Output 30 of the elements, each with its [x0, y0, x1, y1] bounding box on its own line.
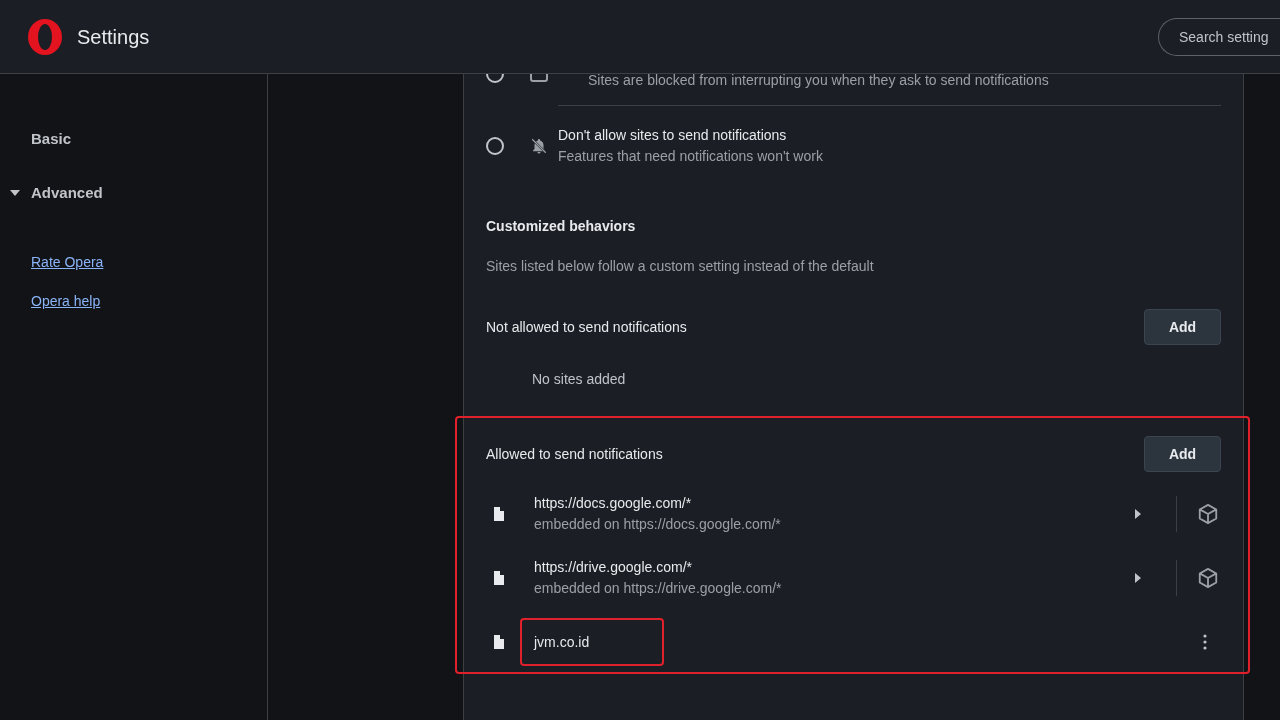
option-title: Don't allow sites to send notifications	[558, 126, 788, 145]
bell-off-icon	[530, 137, 548, 155]
page-title: Settings	[77, 24, 150, 50]
sidebar-link[interactable]: Opera help	[31, 291, 101, 312]
list-title: Not allowed to send notifications	[486, 317, 687, 337]
add-button[interactable]: Add	[1144, 436, 1221, 472]
cube-icon	[1197, 567, 1219, 589]
add-button[interactable]: Add	[1144, 309, 1221, 345]
caret-icon	[10, 190, 20, 196]
empty-message: No sites added	[531, 370, 627, 389]
logo-icon	[26, 17, 64, 56]
site-url: jvm.co.id	[534, 632, 591, 652]
list-title: Allowed to send notifications	[486, 444, 663, 464]
section-title: Customized behaviors	[486, 217, 637, 236]
file-icon	[493, 635, 505, 649]
sidebar-item[interactable]: Basic	[0, 112, 267, 166]
cube-icon	[1197, 503, 1219, 525]
site-embedded-text: embedded on https://drive.google.com/*	[534, 579, 783, 598]
radio-button[interactable]	[486, 137, 504, 155]
site-url: https://drive.google.com/*	[534, 558, 693, 577]
option-description: Sites are blocked from interrupting you when they ask to send notifications	[588, 74, 1050, 90]
section-description: Sites listed below follow a custom setting instead of the default	[486, 257, 875, 276]
site-url: https://docs.google.com/*	[534, 494, 693, 513]
site-embedded-text: embedded on https://docs.google.com/*	[534, 515, 782, 534]
option-description: Features that need notifications won't work	[558, 147, 824, 166]
sidebar-link[interactable]: Rate Opera	[31, 252, 104, 273]
file-icon	[493, 571, 505, 585]
sidebar-item[interactable]: Advanced	[0, 166, 267, 220]
file-icon	[493, 507, 505, 521]
search-field[interactable]: Search setting	[1158, 17, 1280, 56]
